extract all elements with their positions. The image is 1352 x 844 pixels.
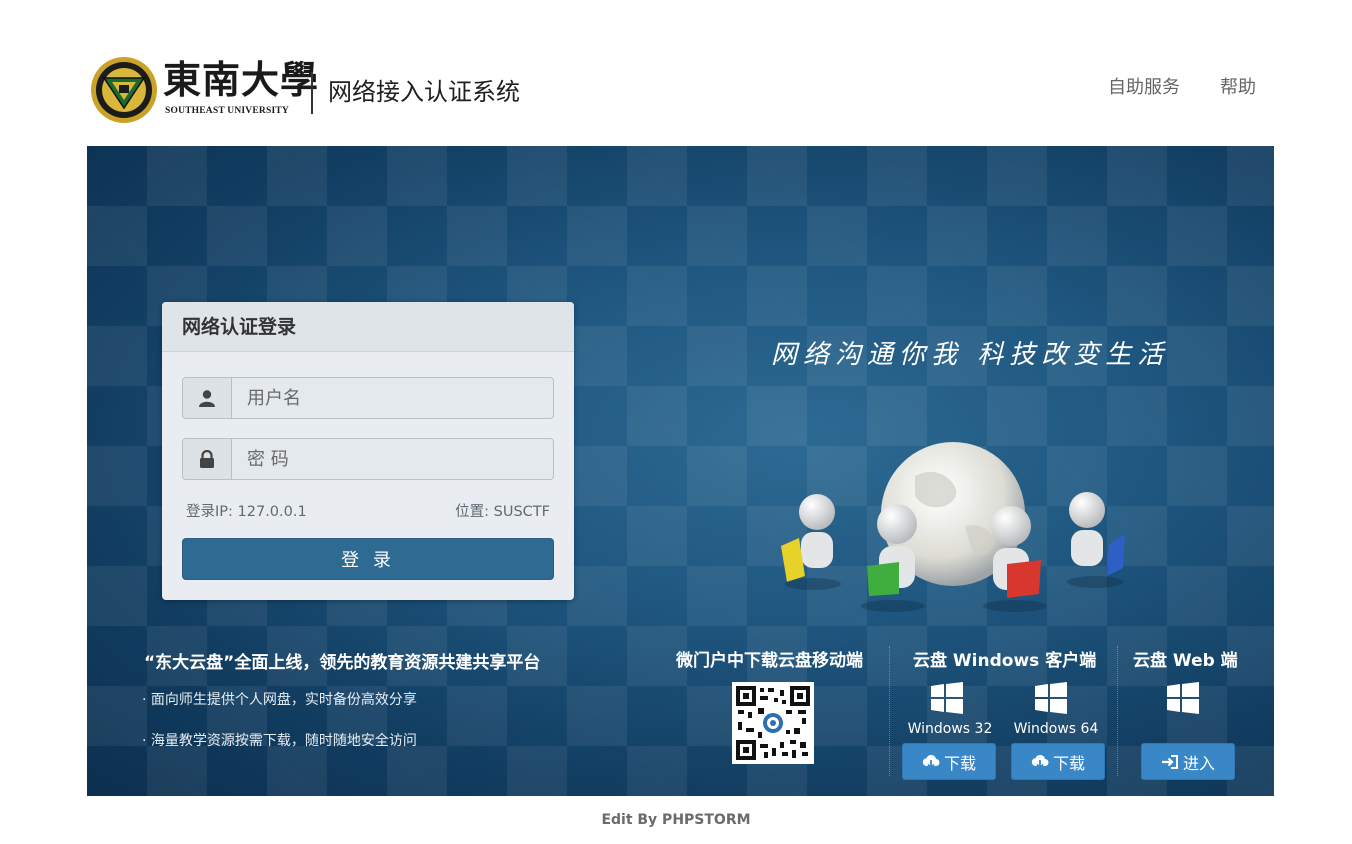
windows-logo-icon [931,682,963,714]
mobile-download-title: 微门户中下载云盘移动端 [676,651,863,671]
cloud-download-icon [1031,754,1049,769]
login-ip-text: 登录IP: 127.0.0.1 [186,504,307,520]
windows-logo-icon [1035,682,1067,714]
download-label: 下载 [943,753,976,773]
page-header: 東南大學 SOUTHEAST UNIVERSITY 网络接入认证系统 自助服务 … [0,0,1352,146]
login-button[interactable]: 登 录 [182,538,554,580]
footer-credit: Edit By PHPSTORM [601,812,751,828]
column-divider [889,646,890,776]
cloud-download-icon [922,754,940,769]
login-panel-title: 网络认证登录 [162,302,574,352]
user-icon [183,378,232,418]
logo-english-name: SOUTHEAST UNIVERSITY [165,106,289,116]
windows-download-column: 云盘 Windows 客户端 [913,646,1096,671]
password-input[interactable] [232,439,553,479]
promo-line-1: · 面向师生提供个人网盘，实时备份高效分享 [142,692,417,708]
logo-chinese-name: 東南大學 [163,57,320,102]
top-nav: 自助服务 帮助 [1108,76,1256,100]
promo-line-2: · 海量教学资源按需下载，随时随地安全访问 [142,733,417,749]
enter-web-button[interactable]: 进入 [1141,743,1235,780]
login-info-row: 登录IP: 127.0.0.1 位置: SUSCTF [186,500,550,521]
lock-icon [183,439,232,479]
banner-slogan: 网络沟通你我 科技改变生活 [771,340,1170,370]
web-column: 云盘 Web 端 [1133,646,1238,671]
logo-divider [311,72,313,114]
download-win64-button[interactable]: 下载 [1011,743,1105,780]
promo-title: “东大云盘”全面上线，领先的教育资源共建共享平台 [144,653,541,673]
nav-self-service[interactable]: 自助服务 [1108,76,1180,100]
system-title: 网络接入认证系统 [328,78,520,106]
qr-code-icon [732,682,814,764]
login-panel: 网络认证登录 登录IP: 127.0.0.1 位置: SUSCTF 登 录 [162,302,574,600]
university-seal-icon [91,57,157,123]
username-field-group [182,377,554,419]
win64-label: Windows 64 [1013,721,1099,737]
windows-logo-icon [1167,682,1199,714]
windows-download-title: 云盘 Windows 客户端 [913,651,1097,671]
globe-people-illustration [781,442,1125,612]
web-title: 云盘 Web 端 [1133,651,1238,671]
download-win32-button[interactable]: 下载 [902,743,996,780]
password-field-group [182,438,554,480]
login-arrow-icon [1161,754,1178,769]
column-divider [1117,646,1118,776]
mobile-download-column: 微门户中下载云盘移动端 [676,646,863,671]
win32-label: Windows 32 [907,721,993,737]
download-label: 下载 [1052,753,1085,773]
login-location-text: 位置: SUSCTF [455,504,550,520]
hero-banner: 网络认证登录 登录IP: 127.0.0.1 位置: SUSCTF 登 录 网络… [87,146,1274,796]
nav-help[interactable]: 帮助 [1220,76,1256,100]
enter-label: 进入 [1182,753,1215,773]
username-input[interactable] [232,378,553,418]
